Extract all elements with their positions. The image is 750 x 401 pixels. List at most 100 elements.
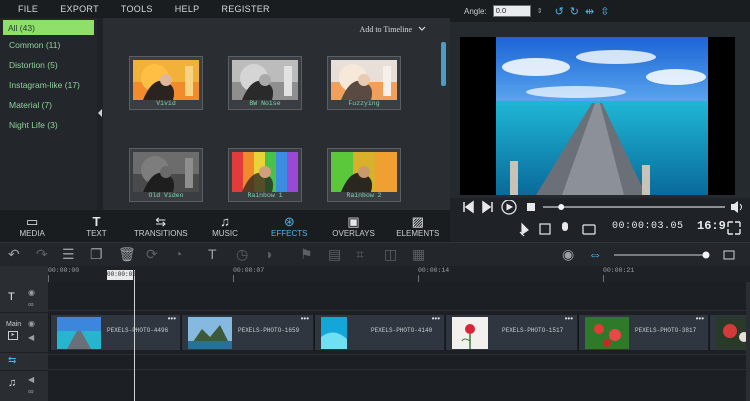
text-track-lane[interactable] [48, 281, 750, 311]
link-icon[interactable]: ∞ [28, 300, 34, 309]
tab-transitions[interactable]: ⇆ TRANSITIONS [129, 210, 193, 242]
clip-thumbnail [585, 317, 629, 349]
mosaic-icon[interactable]: ▤ [328, 246, 341, 262]
freeze-icon[interactable]: ▦ [412, 246, 425, 262]
effect-preview-image [331, 152, 397, 192]
split-screen-icon[interactable]: ◫ [384, 246, 397, 262]
flip-horizontal-icon[interactable]: ⇹ [585, 5, 594, 18]
effect-label: BW Noise [249, 100, 281, 107]
flip-vertical-icon[interactable]: ⇳ [600, 5, 609, 18]
clip-thumbnail [716, 317, 750, 349]
effect-thumb-vivid[interactable]: Vivid [129, 56, 203, 110]
category-night-life[interactable]: Night Life (3) [0, 115, 97, 135]
menu-register[interactable]: REGISTER [221, 4, 269, 14]
rotate-clip-icon[interactable]: ⟳ [146, 246, 158, 262]
clip-more-icon[interactable]: ••• [696, 314, 704, 323]
effect-thumb-old-video[interactable]: Old Video [129, 148, 203, 202]
transition-track-lane[interactable] [48, 354, 750, 370]
next-frame-icon[interactable] [482, 200, 493, 214]
aspect-ratio-button[interactable]: 16:9 [697, 219, 726, 233]
undo-icon[interactable]: ↶ [8, 246, 20, 262]
menu-help[interactable]: HELP [175, 4, 200, 14]
effect-thumb-fuzzying[interactable]: Fuzzying [327, 56, 401, 110]
snapshot-icon[interactable] [582, 224, 596, 235]
playhead-time-label: 00:00:02 [107, 270, 136, 280]
angle-input[interactable]: 0.0 [492, 5, 531, 17]
motion-icon[interactable]: ⚑ [300, 246, 313, 262]
add-to-timeline-button[interactable]: Add to Timeline [360, 25, 426, 34]
music-icon: ♫ [220, 213, 230, 229]
add-text-icon[interactable]: T [208, 246, 217, 262]
volume-icon[interactable] [731, 201, 738, 213]
transition-track-icon: ⇆ [8, 355, 17, 366]
category-common[interactable]: Common (11) [0, 35, 97, 55]
menu-file[interactable]: FILE [18, 4, 38, 14]
category-instagram-like[interactable]: Instagram-like (17) [0, 75, 97, 95]
color-icon[interactable]: ◑ [264, 246, 272, 262]
tab-music[interactable]: ♫ MUSIC [193, 210, 257, 242]
duration-icon[interactable]: ◷ [236, 246, 248, 262]
tab-label: TRANSITIONS [133, 228, 188, 238]
timeline-ruler[interactable]: 00:00:00 00:00:07 00:00:14 00:00:21 [48, 266, 750, 282]
clip-name: PEXELS-PHOTO-1659 [238, 327, 300, 334]
zoom-fit-icon[interactable] [723, 250, 735, 260]
redo-icon[interactable]: ↷ [36, 246, 48, 262]
adjust-icon[interactable]: ☰ [62, 246, 75, 262]
angle-stepper-icon[interactable]: ⇕ [537, 7, 543, 15]
tab-media[interactable]: ▭ MEDIA [0, 210, 64, 242]
clip-more-icon[interactable]: ••• [301, 314, 309, 323]
fullscreen-icon[interactable] [727, 221, 741, 235]
timeline-clip[interactable]: PEXELS-PHOTO-4496 ••• [50, 314, 180, 350]
music-track-icon: ♫ [8, 377, 17, 389]
timeline-vertical-scrollbar[interactable] [746, 282, 750, 401]
tab-text[interactable]: T TEXT [64, 210, 128, 242]
delete-icon[interactable]: 🗑 [118, 246, 136, 262]
rotate-left-icon[interactable]: ↺ [555, 5, 564, 18]
previous-frame-icon[interactable] [463, 200, 474, 214]
clip-more-icon[interactable]: ••• [565, 314, 573, 323]
stop-icon[interactable] [527, 203, 535, 211]
snap-icon[interactable]: ◉ [562, 246, 574, 262]
link-icon[interactable]: ∞ [28, 387, 34, 396]
speed-icon[interactable]: ◔ [174, 246, 182, 262]
crop-icon[interactable] [519, 222, 529, 237]
menu-tools[interactable]: TOOLS [121, 4, 153, 14]
microphone-icon[interactable] [562, 222, 568, 231]
fit-timeline-icon[interactable]: ⇔ [588, 246, 602, 262]
tab-elements[interactable]: ▨ ELEMENTS [386, 210, 450, 242]
clip-name: PEXELS-PHOTO-4140 [371, 327, 433, 334]
tab-overlays[interactable]: ▣ OVERLAYS [321, 210, 385, 242]
timecode-display: 00:00:03.05 [612, 221, 684, 232]
timeline-clip[interactable]: PEXELS-PHOTO-3817 ••• [578, 314, 708, 350]
clip-more-icon[interactable]: ••• [432, 314, 440, 323]
timeline-clip[interactable]: PEXELS-PHOTO-1517 ••• [445, 314, 577, 350]
mute-icon[interactable]: ◀ [28, 375, 34, 384]
chevron-down-icon [418, 26, 426, 31]
timeline-clip[interactable]: PEXELS-PHOTO-1659 ••• [181, 314, 313, 350]
rotate-right-icon[interactable]: ↻ [570, 5, 579, 18]
play-icon[interactable] [501, 200, 517, 215]
clip-more-icon[interactable]: ••• [168, 314, 176, 323]
category-material[interactable]: Material (7) [0, 95, 97, 115]
effect-thumb-rainbow-1[interactable]: Rainbow 1 [228, 148, 302, 202]
menu-export[interactable]: EXPORT [60, 4, 99, 14]
gallery-scrollbar[interactable] [441, 42, 446, 86]
mute-icon[interactable]: ◀ [28, 333, 34, 342]
zoom-knob[interactable] [702, 251, 710, 259]
playhead[interactable] [134, 270, 135, 401]
video-camera-icon[interactable] [539, 223, 551, 235]
zoom-slider[interactable] [610, 250, 740, 260]
visibility-icon[interactable]: ◉ [28, 288, 35, 297]
tab-effects[interactable]: ⊛ EFFECTS [257, 210, 321, 242]
effect-thumb-rainbow-2[interactable]: Rainbow 2 [327, 148, 401, 202]
effect-thumb-bw-noise[interactable]: BW Noise [228, 56, 302, 110]
playback-scrubber[interactable] [558, 204, 565, 210]
ruler-tick-label: 00:00:07 [233, 267, 265, 274]
copy-icon[interactable]: ❐ [90, 246, 103, 262]
crop-clip-icon[interactable]: ⌗ [356, 246, 364, 262]
visibility-icon[interactable]: ◉ [28, 319, 35, 328]
category-all[interactable]: All (43) [3, 20, 94, 35]
timeline-clip[interactable] [709, 315, 750, 350]
timeline-clip[interactable]: PEXELS-PHOTO-4140 ••• [314, 314, 444, 350]
category-distortion[interactable]: Distortion (5) [0, 55, 97, 75]
